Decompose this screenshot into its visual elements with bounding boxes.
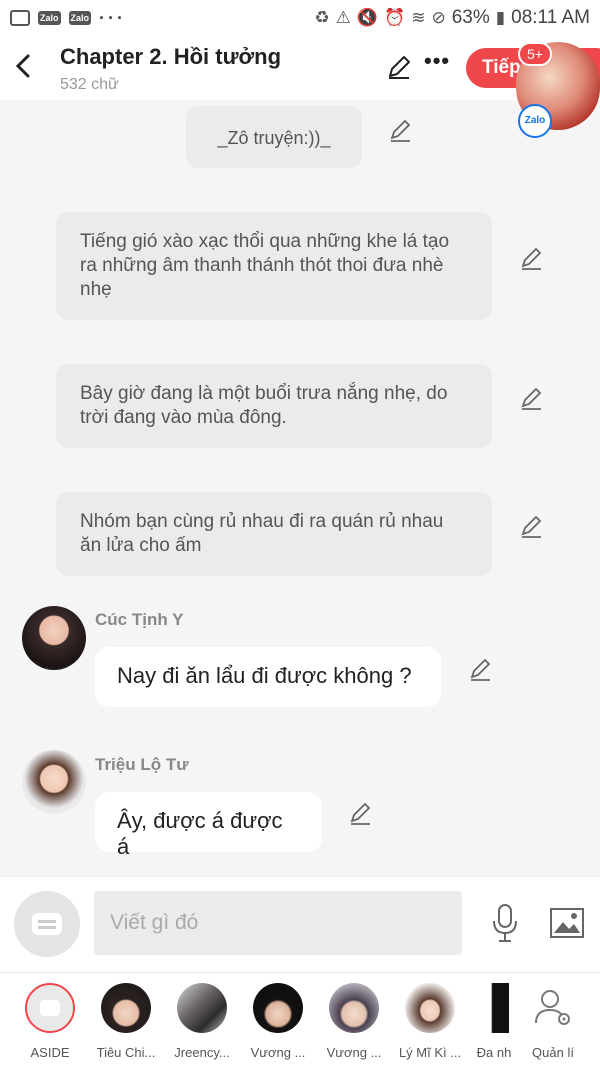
zalo-notification-icon-2: Zalo — [68, 11, 92, 25]
character-name: Triệu Lộ Tư — [95, 755, 189, 774]
aside-toggle-button[interactable] — [14, 891, 80, 957]
gallery-notification-icon — [10, 10, 30, 26]
wifi-icon: ≋ — [411, 8, 426, 27]
pencil-icon — [521, 247, 542, 270]
edit-message-button[interactable] — [519, 386, 545, 412]
character-label: Tiêu Chi... — [96, 1045, 156, 1060]
edit-chapter-button[interactable] — [386, 54, 412, 80]
avatar[interactable] — [22, 750, 86, 814]
edit-message-button[interactable] — [388, 118, 414, 144]
avatar — [479, 983, 509, 1033]
avatar — [253, 983, 303, 1033]
character-item[interactable]: Lý Mĩ Kì ... — [393, 983, 467, 1060]
narration-bubble-3[interactable]: Bây giờ đang là một buổi trưa nắng nhẹ, … — [56, 364, 492, 448]
edit-message-button[interactable] — [519, 514, 545, 540]
chevron-left-icon — [15, 54, 30, 78]
user-settings-icon — [528, 983, 578, 1033]
chat-bubble[interactable]: Nay đi ăn lẩu đi được không ? — [95, 647, 441, 707]
chat-bubble[interactable]: Ây, được á được á — [95, 792, 322, 859]
edit-message-button[interactable] — [348, 801, 374, 827]
narration-text: Bây giờ đang là một buổi trưa nắng nhẹ, … — [80, 383, 448, 428]
narration-text: Nhóm bạn cùng rủ nhau đi ra quán rủ nhau… — [80, 511, 444, 556]
narration-bubble-2[interactable]: Tiếng gió xào xạc thổi qua những khe lá … — [56, 212, 492, 320]
warning-icon: ⚠ — [335, 8, 351, 27]
mute-icon: 🔇 — [356, 8, 379, 27]
chat-text: Nay đi ăn lẩu đi được không ? — [117, 663, 412, 688]
manage-characters-button[interactable]: Quản lí — [516, 983, 590, 1060]
status-bar: Zalo Zalo ··· ♻ ⚠ 🔇 ⏰ ≋ ⊘ 63% ▮ 08:11 AM — [0, 0, 600, 36]
microphone-button[interactable] — [490, 903, 520, 943]
edit-message-button[interactable] — [468, 657, 494, 683]
zalo-notification-icon: Zalo — [38, 11, 61, 25]
character-label: ASIDE — [30, 1045, 70, 1060]
character-label: Đa nh — [476, 1045, 512, 1060]
edit-message-button[interactable] — [519, 246, 545, 272]
character-item[interactable]: Đa nh — [469, 983, 519, 1060]
avatar[interactable] — [22, 606, 86, 670]
character-item[interactable]: Vương ... — [241, 983, 315, 1060]
unread-badge: 5+ — [518, 42, 552, 66]
pencil-icon — [521, 515, 542, 538]
narration-text: Tiếng gió xào xạc thổi qua những khe lá … — [80, 231, 450, 300]
avatar — [177, 983, 227, 1033]
chat-text: Ây, được á được á — [117, 808, 283, 859]
more-options-button[interactable]: ••• — [424, 48, 450, 74]
avatar — [329, 983, 379, 1033]
character-aside[interactable]: ASIDE — [13, 983, 87, 1060]
word-count: 532 chữ — [60, 76, 119, 93]
character-item[interactable]: Tiêu Chi... — [89, 983, 163, 1060]
more-notifications-icon: ··· — [99, 7, 127, 28]
pencil-icon — [390, 119, 411, 142]
microphone-icon — [493, 904, 517, 942]
narration-bubble-1[interactable]: _Zô truyện:))_ — [186, 106, 362, 168]
dnd-icon: ⊘ — [431, 8, 446, 27]
pencil-icon — [389, 56, 410, 79]
alarm-icon: ⏰ — [384, 8, 406, 27]
character-label: Quản lí — [532, 1045, 574, 1060]
avatar — [405, 983, 455, 1033]
insert-image-button[interactable] — [549, 907, 585, 939]
narration-text: _Zô truyện:))_ — [217, 128, 331, 148]
image-icon — [550, 908, 584, 938]
narration-bubble-4[interactable]: Nhóm bạn cùng rủ nhau đi ra quán rủ nhau… — [56, 492, 492, 576]
battery-icon: ▮ — [495, 8, 506, 27]
pencil-icon — [350, 802, 371, 825]
character-item[interactable]: Vương ... — [317, 983, 391, 1060]
back-button[interactable] — [12, 50, 36, 82]
clock: 08:11 AM — [511, 7, 590, 28]
character-name: Cúc Tịnh Y — [95, 610, 184, 629]
chapter-header: Chapter 2. Hồi tưởng 532 chữ ••• Tiếp 5+… — [0, 36, 600, 138]
chapter-title[interactable]: Chapter 2. Hồi tưởng — [60, 44, 281, 70]
character-label: Vương ... — [326, 1045, 382, 1060]
character-label: Jreency... — [174, 1045, 230, 1060]
character-label: Lý Mĩ Kì ... — [398, 1045, 462, 1060]
character-selector: ASIDE Tiêu Chi... Jreency... Vương ... V… — [0, 972, 600, 1067]
character-label: Vương ... — [250, 1045, 306, 1060]
character-item[interactable]: Jreency... — [165, 983, 239, 1060]
zalo-logo-icon: Zalo — [518, 104, 552, 138]
message-icon — [32, 913, 62, 935]
aside-icon — [25, 983, 75, 1033]
recycle-icon: ♻ — [314, 8, 330, 27]
message-input[interactable] — [94, 891, 462, 955]
battery-percent: 63% — [451, 7, 490, 28]
pencil-icon — [521, 387, 542, 410]
avatar — [101, 983, 151, 1033]
pencil-icon — [470, 658, 491, 681]
compose-bar — [0, 876, 600, 972]
